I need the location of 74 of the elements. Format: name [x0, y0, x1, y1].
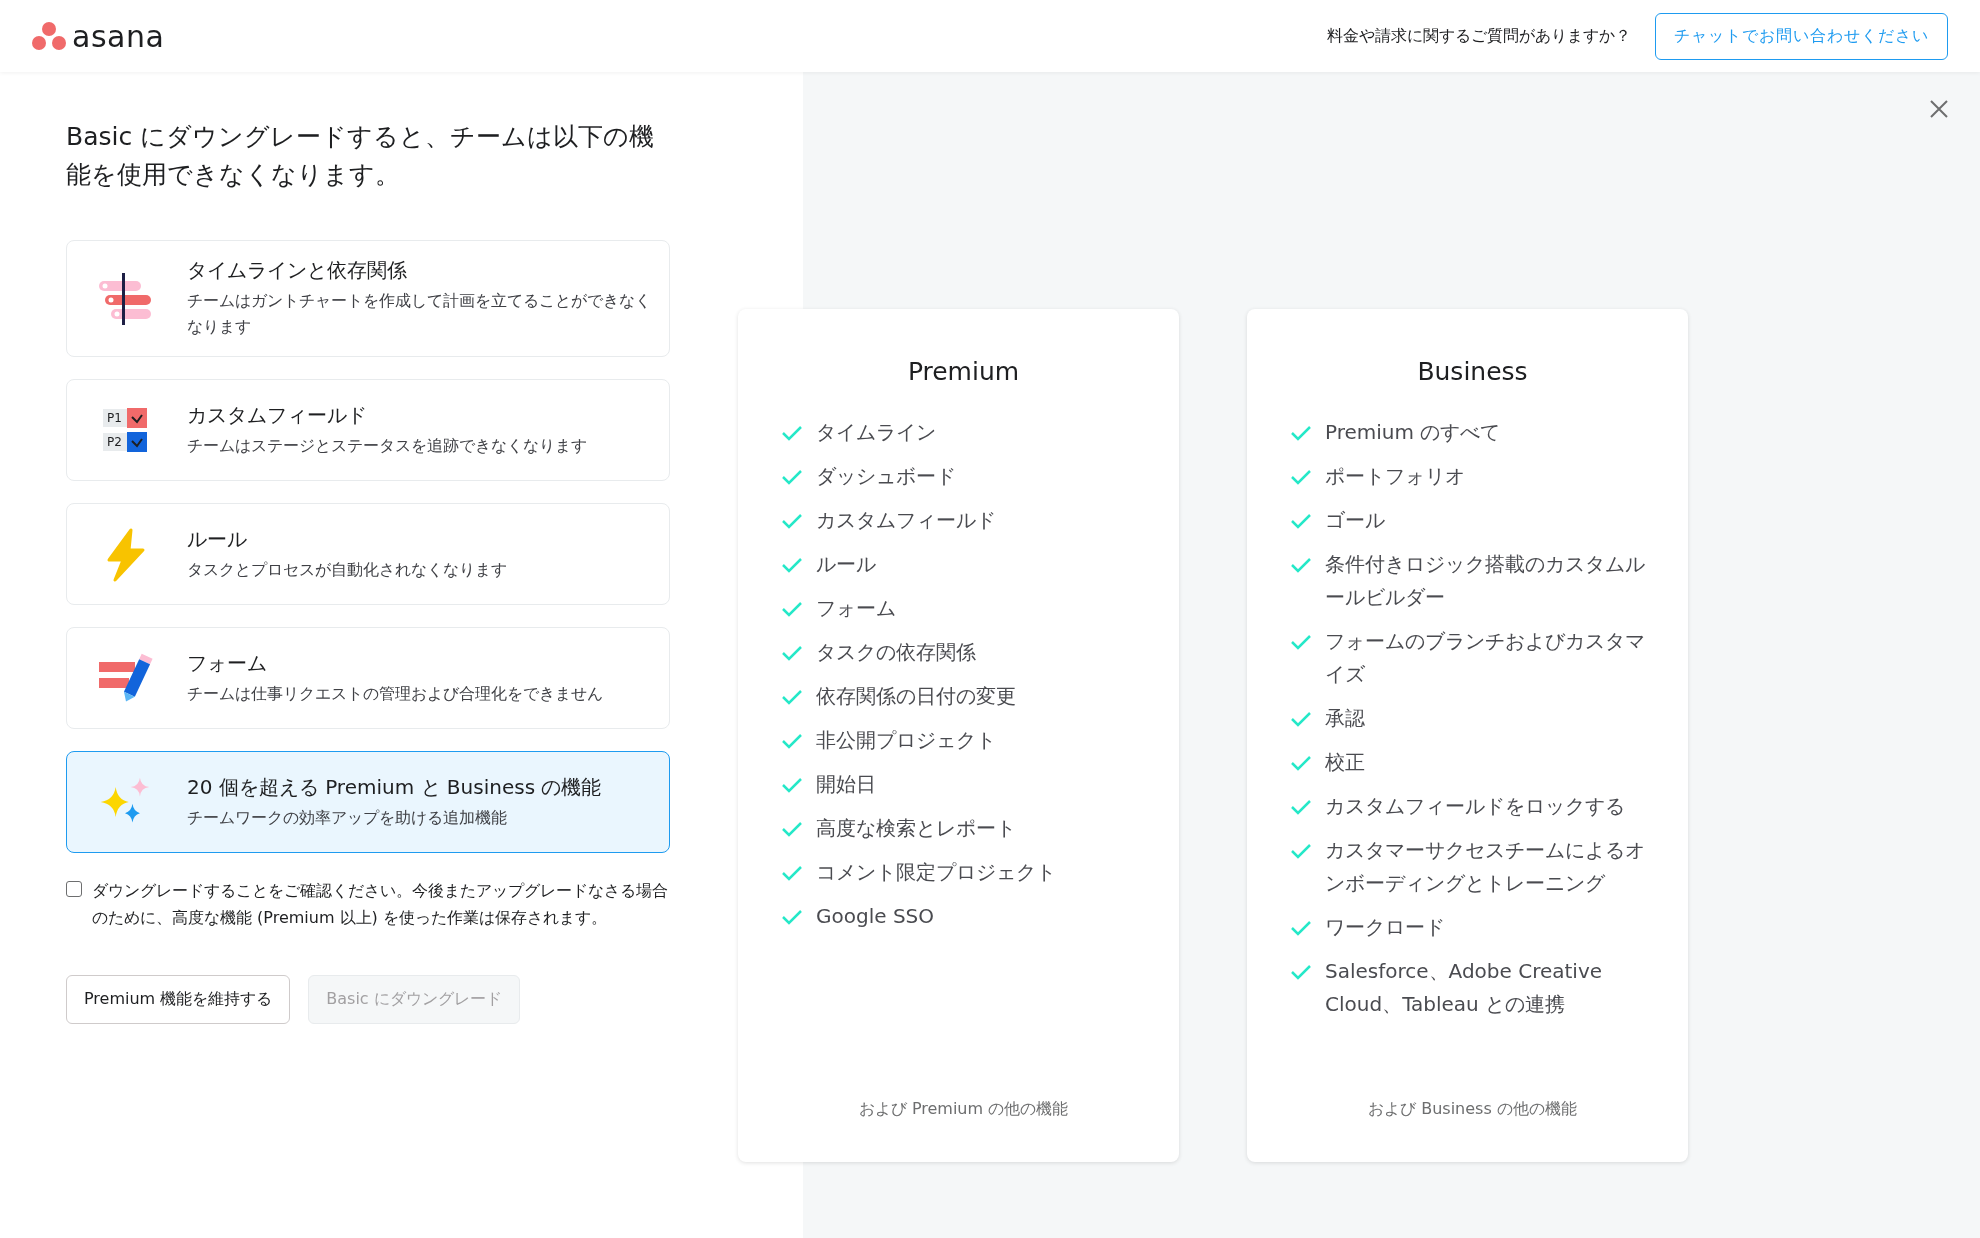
check-icon [1291, 964, 1311, 980]
check-icon [782, 865, 802, 881]
plan-feature: ダッシュボード [816, 463, 956, 490]
check-icon [1291, 843, 1311, 859]
plan-feature: ポートフォリオ [1325, 463, 1465, 490]
logo-text: asana [72, 18, 165, 54]
check-icon [782, 909, 802, 925]
plan-feature: カスタムフィールドをロックする [1325, 793, 1625, 820]
check-icon [1291, 425, 1311, 441]
plan-feature: Premium のすべて [1325, 419, 1501, 446]
feature-card[interactable]: ルール タスクとプロセスが自動化されなくなります [66, 503, 670, 605]
plan-feature: ワークロード [1325, 914, 1445, 941]
check-icon [782, 821, 802, 837]
check-icon [1291, 557, 1311, 573]
more-features-text: および Premium の他の機能 [858, 1099, 1069, 1120]
feature-description: チームはステージとステータスを追跡できなくなります [187, 435, 587, 457]
feature-title: フォーム [187, 649, 268, 677]
plan-feature: 条件付きロジック搭載のカスタムルールビルダー [1325, 551, 1646, 611]
confirm-checkbox[interactable] [66, 881, 82, 897]
feature-card[interactable]: 20 個を超える Premium と Business の機能 チームワークの効率アップを助ける追加機能 [66, 751, 670, 853]
billing-question: 料金や請求に関するご質問がありますか？ [1327, 25, 1631, 47]
more-features-text: および Business の他の機能 [1368, 1099, 1577, 1120]
check-icon [782, 469, 802, 485]
check-icon [782, 513, 802, 529]
check-icon [1291, 469, 1311, 485]
feature-title: カスタムフィールド [187, 401, 368, 429]
plan-feature: 承認 [1325, 705, 1365, 732]
confirm-label: ダウングレードすることをご確認ください。今後またアップグレードなさる場合のために、高度な機能 (Premium 以上) を使った作業は保存されます。 [92, 880, 669, 929]
timeline-icon [97, 270, 153, 327]
plan-feature: 依存関係の日付の変更 [816, 683, 1016, 710]
check-icon [1291, 799, 1311, 815]
plan-feature: Google SSO [816, 903, 935, 930]
feature-description: タスクとプロセスが自動化されなくなります [187, 559, 507, 581]
plan-name: Premium [907, 357, 1020, 386]
check-icon [782, 425, 802, 441]
plan-feature: カスタマーサクセスチームによるオンボーディングとトレーニング [1325, 837, 1646, 897]
keep-premium-button[interactable]: Premium 機能を維持する [66, 975, 291, 1024]
check-icon [1291, 634, 1311, 650]
check-icon [782, 557, 802, 573]
plan-feature: ゴール [1325, 507, 1385, 534]
check-icon [1291, 513, 1311, 529]
feature-card[interactable]: タイムラインと依存関係 チームはガントチャートを作成して計画を立てることができなくなります [66, 240, 670, 357]
feature-description: チームは仕事リクエストの管理および合理化をできません [187, 683, 603, 705]
feature-card[interactable]: フォーム チームは仕事リクエストの管理および合理化をできません [66, 627, 670, 729]
check-icon [782, 645, 802, 661]
feature-title: 20 個を超える Premium と Business の機能 [187, 773, 602, 801]
check-icon [1291, 755, 1311, 771]
check-icon [782, 689, 802, 705]
plan-feature: タイムライン [816, 419, 936, 446]
feature-title: タイムラインと依存関係 [187, 257, 408, 284]
plan-feature: 高度な検索とレポート [816, 815, 1016, 842]
check-icon [1291, 711, 1311, 727]
check-icon [782, 601, 802, 617]
plan-feature: ルール [816, 551, 876, 578]
plan-feature: カスタムフィールド [816, 507, 996, 534]
check-icon [782, 733, 802, 749]
plan-feature: 開始日 [816, 771, 876, 798]
close-icon[interactable] [1930, 100, 1948, 118]
plan-feature: タスクの依存関係 [816, 639, 976, 666]
plan-feature: 非公開プロジェクト [816, 727, 996, 754]
feature-title: ルール [187, 525, 248, 553]
feature-description: チームはガントチャートを作成して計画を立てることができなくなります [187, 291, 651, 338]
check-icon [782, 777, 802, 793]
plan-feature: フォーム [816, 595, 896, 622]
plan-feature: フォームのブランチおよびカスタマイズ [1325, 628, 1646, 688]
feature-description: チームワークの効率アップを助ける追加機能 [187, 807, 508, 829]
plan-name: Business [1417, 357, 1528, 386]
logo-icon [32, 21, 66, 51]
page-heading: Basic にダウングレードすると、チームは以下の機能を使用できなくなります。 [66, 121, 656, 191]
plan-feature: コメント限定プロジェクト [816, 859, 1056, 886]
check-icon [1291, 920, 1311, 936]
feature-card[interactable]: P1 P2 カスタムフィールド チームはステージとステータスを追跡できなくなります [66, 379, 670, 481]
plan-feature: 校正 [1325, 749, 1365, 776]
plan-feature: Salesforce、Adobe Creative Cloud、Tableau との連携 [1325, 958, 1604, 1018]
